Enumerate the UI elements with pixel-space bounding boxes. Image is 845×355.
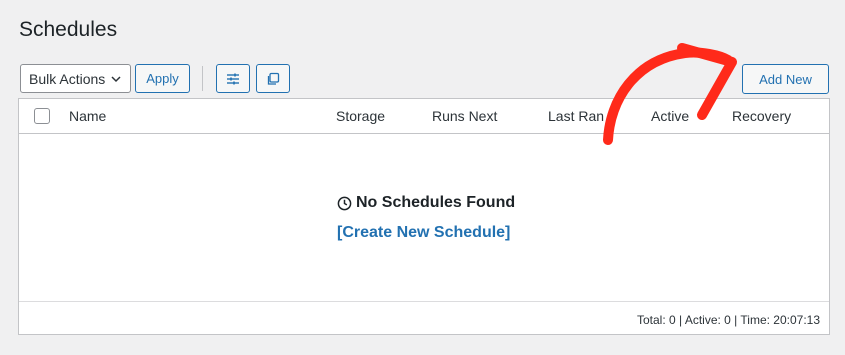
schedules-table: Name Storage Runs Next Last Ran Active R… xyxy=(18,98,830,335)
column-header-runs-next[interactable]: Runs Next xyxy=(432,108,497,124)
empty-state: No Schedules Found [Create New Schedule] xyxy=(19,134,829,302)
bulk-actions-select[interactable]: Bulk Actions xyxy=(20,64,131,93)
column-header-storage: Storage xyxy=(336,108,386,124)
clock-icon xyxy=(337,196,352,210)
schedules-page: Schedules Bulk Actions Apply Add New Nam… xyxy=(0,0,845,355)
copy-button[interactable] xyxy=(256,64,290,93)
toolbar-divider xyxy=(202,66,203,91)
table-header: Name Storage Runs Next Last Ran Active R… xyxy=(19,99,829,134)
copy-icon xyxy=(267,72,280,85)
column-header-active: Active xyxy=(651,108,690,124)
bulk-actions-label: Bulk Actions xyxy=(29,70,106,87)
add-new-button[interactable]: Add New xyxy=(742,64,829,94)
filter-settings-button[interactable] xyxy=(216,64,250,93)
select-all-checkbox[interactable] xyxy=(34,108,50,124)
page-title: Schedules xyxy=(19,18,118,41)
create-new-schedule-link[interactable]: [Create New Schedule] xyxy=(337,224,510,242)
empty-state-title-text: No Schedules Found xyxy=(356,194,516,211)
sliders-icon xyxy=(227,73,239,84)
status-bar: Total: 0 | Active: 0 | Time: 20:07:13 xyxy=(637,313,820,327)
column-header-name[interactable]: Name xyxy=(69,108,106,124)
chevron-down-icon xyxy=(111,76,121,83)
column-header-recovery: Recovery xyxy=(732,108,792,124)
column-header-last-ran[interactable]: Last Ran xyxy=(548,108,604,124)
empty-state-title: No Schedules Found xyxy=(337,194,515,212)
apply-button[interactable]: Apply xyxy=(135,64,190,93)
